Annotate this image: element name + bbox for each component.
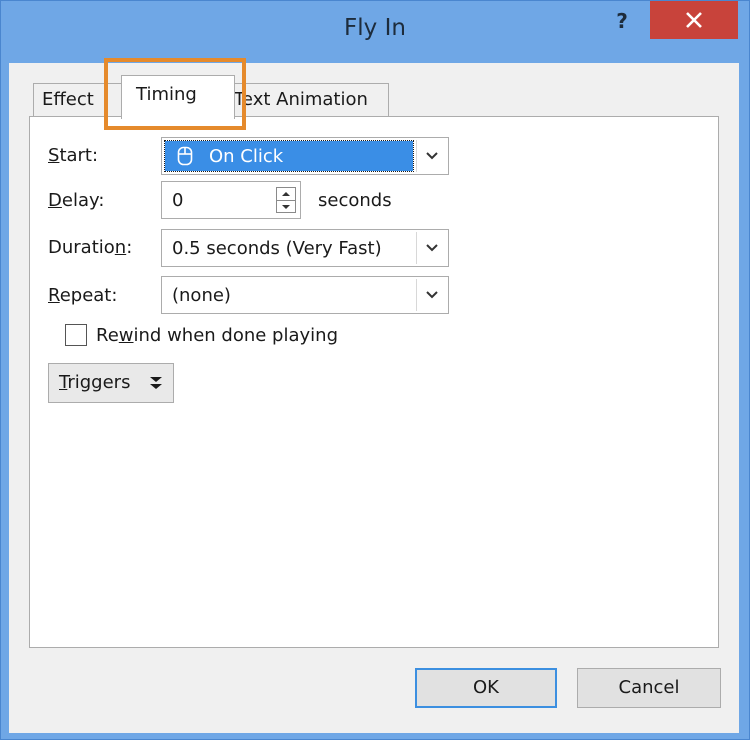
delay-spin-buttons[interactable] <box>276 187 296 213</box>
double-chevron-down-icon <box>150 377 162 389</box>
chevron-down-icon <box>425 152 438 160</box>
mouse-icon <box>177 146 193 166</box>
cancel-button[interactable]: Cancel <box>577 668 721 708</box>
ok-button[interactable]: OK <box>415 668 557 708</box>
start-select[interactable]: On Click <box>161 137 449 175</box>
repeat-dropdown-arrow[interactable] <box>416 279 446 311</box>
timing-tab-highlight <box>104 58 246 130</box>
duration-combobox[interactable]: 0.5 seconds (Very Fast) <box>161 229 449 267</box>
delay-label: Delay: <box>48 190 105 211</box>
rewind-label[interactable]: Rewind when done playing <box>96 325 338 346</box>
repeat-label: Repeat: <box>48 285 118 306</box>
close-icon <box>686 12 702 28</box>
duration-dropdown-arrow[interactable] <box>416 232 446 264</box>
spin-up-icon[interactable] <box>277 188 295 201</box>
tab-text-animation[interactable]: Text Animation <box>225 83 389 117</box>
dialog-body: Effect Text Animation Timing Start: On C… <box>9 58 739 733</box>
rewind-checkbox[interactable] <box>65 324 87 346</box>
title-bar[interactable]: Fly In ? <box>1 1 749 63</box>
start-selected-value: On Click <box>164 140 414 172</box>
help-button[interactable]: ? <box>606 9 638 37</box>
close-button[interactable] <box>650 1 738 39</box>
start-label: Start: <box>48 145 99 166</box>
timing-panel: Start: On Click Delay: 0 seconds Duratio… <box>29 116 719 648</box>
spin-down-icon[interactable] <box>277 201 295 213</box>
duration-label: Duration: <box>48 237 133 258</box>
chevron-down-icon <box>425 291 438 299</box>
start-dropdown-arrow[interactable] <box>416 140 446 172</box>
delay-unit-label: seconds <box>318 190 392 211</box>
triggers-button[interactable]: Triggers <box>48 363 174 403</box>
chevron-down-icon <box>425 244 438 252</box>
triggers-label: Triggers <box>59 372 131 393</box>
repeat-combobox[interactable]: (none) <box>161 276 449 314</box>
delay-spinner[interactable]: 0 <box>161 181 301 219</box>
dialog-window: Fly In ? Effect Text Animation Timing St… <box>0 0 750 740</box>
